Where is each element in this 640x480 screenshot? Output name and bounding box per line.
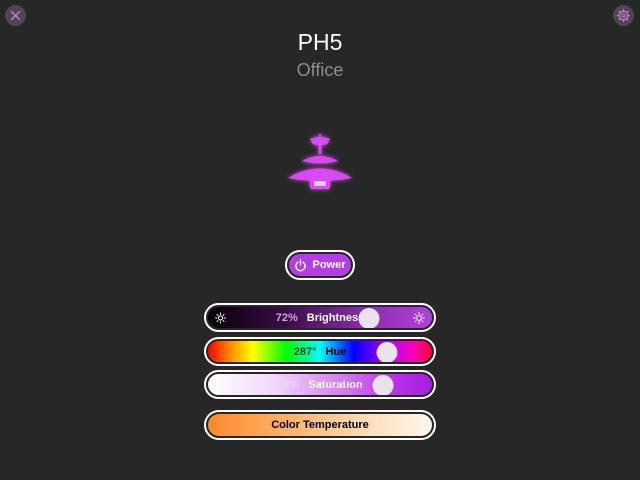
hue-label: Hue <box>325 345 347 358</box>
settings-button[interactable] <box>613 5 634 26</box>
color-temperature-label: Color Temperature <box>271 419 369 431</box>
hue-slider[interactable]: 287° Hue <box>204 337 436 366</box>
brightness-label: Brightness <box>306 311 365 324</box>
saturation-slider[interactable]: 78% Saturation <box>204 370 436 399</box>
hue-value: 287° <box>293 345 317 358</box>
hue-thumb[interactable] <box>376 342 398 362</box>
brightness-value: 72% <box>275 311 298 324</box>
saturation-value: 78% <box>277 378 300 391</box>
close-icon <box>10 10 21 21</box>
pendant-lamp-icon <box>288 134 352 189</box>
gear-icon <box>617 9 630 22</box>
power-label: Power <box>312 259 346 271</box>
brightness-thumb[interactable] <box>358 308 380 328</box>
saturation-thumb[interactable] <box>372 375 394 395</box>
saturation-label: Saturation <box>308 378 363 391</box>
room-name: Office <box>296 60 344 80</box>
brightness-slider[interactable]: 72% Brightness <box>204 303 436 332</box>
close-button[interactable] <box>5 5 26 26</box>
device-name: PH5 <box>297 29 343 55</box>
power-icon <box>295 258 307 271</box>
power-button[interactable]: Power <box>285 250 355 280</box>
color-temperature-slider[interactable]: Color Temperature <box>204 410 436 440</box>
sun-icon <box>413 311 425 324</box>
